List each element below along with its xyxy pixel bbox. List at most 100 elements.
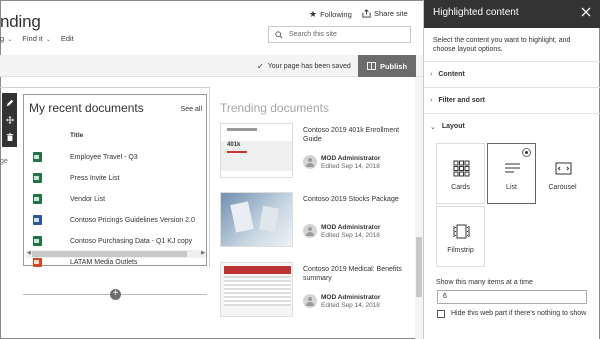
document-name[interactable]: LATAM Media Outlets (70, 259, 137, 266)
layout-option-cards[interactable]: Cards (436, 143, 485, 204)
items-count-input[interactable]: 6 (437, 290, 587, 304)
layout-option-label: List (506, 184, 517, 191)
following-button[interactable]: ★ Following (309, 9, 352, 20)
publish-icon (367, 62, 376, 70)
table-row[interactable]: Employee Travel - Q3 (24, 151, 206, 163)
publish-label: Publish (379, 61, 408, 71)
chevron-right-icon: › (430, 71, 433, 78)
avatar (303, 224, 317, 238)
section-label: Layout (441, 123, 465, 130)
section-label: Filter and sort (438, 97, 486, 104)
list-icon (505, 163, 520, 173)
chevron-right-icon: › (430, 97, 433, 104)
save-status: ✓ Your page has been saved (257, 62, 351, 71)
document-thumbnail[interactable] (220, 192, 293, 247)
filmstrip-icon (453, 224, 470, 239)
word-file-icon (33, 215, 42, 225)
share-icon (362, 9, 371, 18)
edited-date: Edited Sep 14, 2018 (321, 302, 380, 309)
close-icon[interactable] (580, 6, 592, 18)
chevron-down-icon: ⌄ (430, 123, 436, 131)
table-row[interactable]: Press Invite List (24, 172, 206, 184)
document-name[interactable]: Employee Travel - Q3 (70, 154, 138, 161)
table-row[interactable]: Contoso Pricings Guidelines Version 2.0 (24, 214, 206, 226)
horizontal-scrollbar[interactable]: ◀ ▶ (26, 250, 206, 258)
document-title[interactable]: Contoso 2019 Stocks Package (303, 195, 408, 204)
hide-webpart-checkbox[interactable] (437, 310, 445, 318)
column-header-title[interactable]: Title (70, 132, 83, 139)
document-title[interactable]: Contoso 2019 Medical: Benefits summary (303, 265, 408, 283)
nav-item-partial[interactable]: g ⌄ (0, 34, 12, 43)
search-box[interactable]: Search this site (268, 26, 411, 43)
edit-icon[interactable] (6, 99, 14, 107)
star-icon: ★ (309, 9, 318, 19)
table-row[interactable]: Vendor List (24, 193, 206, 205)
scroll-right-icon[interactable]: ▶ (201, 250, 205, 256)
save-status-text: Your page has been saved (267, 63, 351, 70)
delete-icon[interactable] (6, 132, 14, 141)
chevron-down-icon: ⌄ (45, 37, 51, 43)
vertical-scrollbar[interactable] (415, 77, 423, 339)
trending-document-card[interactable]: Contoso 2019 Stocks Package MOD Administr… (220, 192, 410, 252)
excel-file-icon (33, 152, 42, 162)
property-pane-title: Highlighted content (433, 7, 519, 18)
property-pane-header: Highlighted content (424, 0, 600, 28)
see-all-link[interactable]: See all (181, 106, 202, 113)
edited-date: Edited Sep 14, 2018 (321, 232, 380, 239)
publish-button[interactable]: Publish (358, 55, 416, 77)
property-pane-description: Select the content you want to highlight… (433, 37, 571, 53)
layout-option-label: Filmstrip (447, 247, 474, 254)
document-thumbnail[interactable]: 401k (220, 123, 293, 178)
section-content[interactable]: › Content (424, 61, 600, 87)
property-pane: Highlighted content Select the content y… (423, 0, 600, 339)
layout-option-label: Cards (451, 184, 470, 191)
cards-icon (453, 160, 470, 177)
document-name[interactable]: Contoso Purchasing Data - Q1 KJ copy (70, 238, 192, 245)
add-webpart-button[interactable]: + (110, 289, 121, 300)
section-label: Content (438, 71, 465, 78)
thumbnail-text: 401k (227, 142, 241, 148)
site-navigation: g ⌄ Find it ⌄ Edit (0, 34, 74, 43)
checkmark-icon: ✓ (257, 62, 264, 71)
nav-item-find-it[interactable]: Find it ⌄ (22, 34, 51, 43)
recent-documents-webpart[interactable]: My recent documents See all Title Employ… (23, 94, 207, 267)
layout-option-label: Carousel (548, 184, 577, 191)
site-title[interactable]: nding (0, 12, 41, 32)
hide-webpart-label: Hide this web part if there's nothing to… (451, 310, 587, 317)
section-filter-and-sort[interactable]: › Filter and sort (424, 87, 600, 113)
section-layout[interactable]: ⌄ Layout (424, 113, 600, 139)
share-site-button[interactable]: Share site (362, 9, 408, 18)
scrollbar-thumb[interactable] (32, 251, 187, 257)
search-placeholder: Search this site (289, 31, 337, 38)
powerpoint-file-icon (33, 257, 42, 267)
avatar (303, 155, 317, 169)
excel-file-icon (33, 173, 42, 183)
trending-document-card[interactable]: Contoso 2019 Medical: Benefits summary MO… (220, 262, 410, 322)
carousel-icon (555, 162, 572, 175)
scrollbar-thumb[interactable] (416, 237, 422, 297)
author-name: MOD Administrator (321, 224, 381, 231)
nav-item-edit[interactable]: Edit (61, 34, 74, 43)
following-label: Following (320, 10, 352, 19)
trending-document-card[interactable]: 401k Contoso 2019 401k Enrollment Guide MO… (220, 123, 410, 183)
avatar (303, 294, 317, 308)
author-name: MOD Administrator (321, 155, 381, 162)
layout-option-filmstrip[interactable]: Filmstrip (436, 206, 485, 267)
document-title[interactable]: Contoso 2019 401k Enrollment Guide (303, 126, 408, 144)
move-icon[interactable] (5, 115, 14, 124)
trending-documents-title: Trending documents (220, 101, 329, 115)
selected-radio-icon (522, 148, 531, 157)
document-name[interactable]: Press Invite List (70, 175, 119, 182)
document-name[interactable]: Vendor List (70, 196, 105, 203)
recent-documents-title: My recent documents (29, 101, 144, 115)
edited-date: Edited Sep 14, 2018 (321, 163, 380, 170)
table-row[interactable]: Contoso Purchasing Data - Q1 KJ copy (24, 235, 206, 247)
truncated-text: ge (0, 158, 8, 165)
layout-option-carousel[interactable]: Carousel (538, 143, 587, 204)
chevron-down-icon: ⌄ (7, 37, 13, 43)
document-thumbnail[interactable] (220, 262, 293, 317)
excel-file-icon (33, 194, 42, 204)
document-name[interactable]: Contoso Pricings Guidelines Version 2.0 (70, 217, 195, 224)
layout-option-list[interactable]: List (487, 143, 536, 204)
scroll-left-icon[interactable]: ◀ (27, 250, 31, 256)
